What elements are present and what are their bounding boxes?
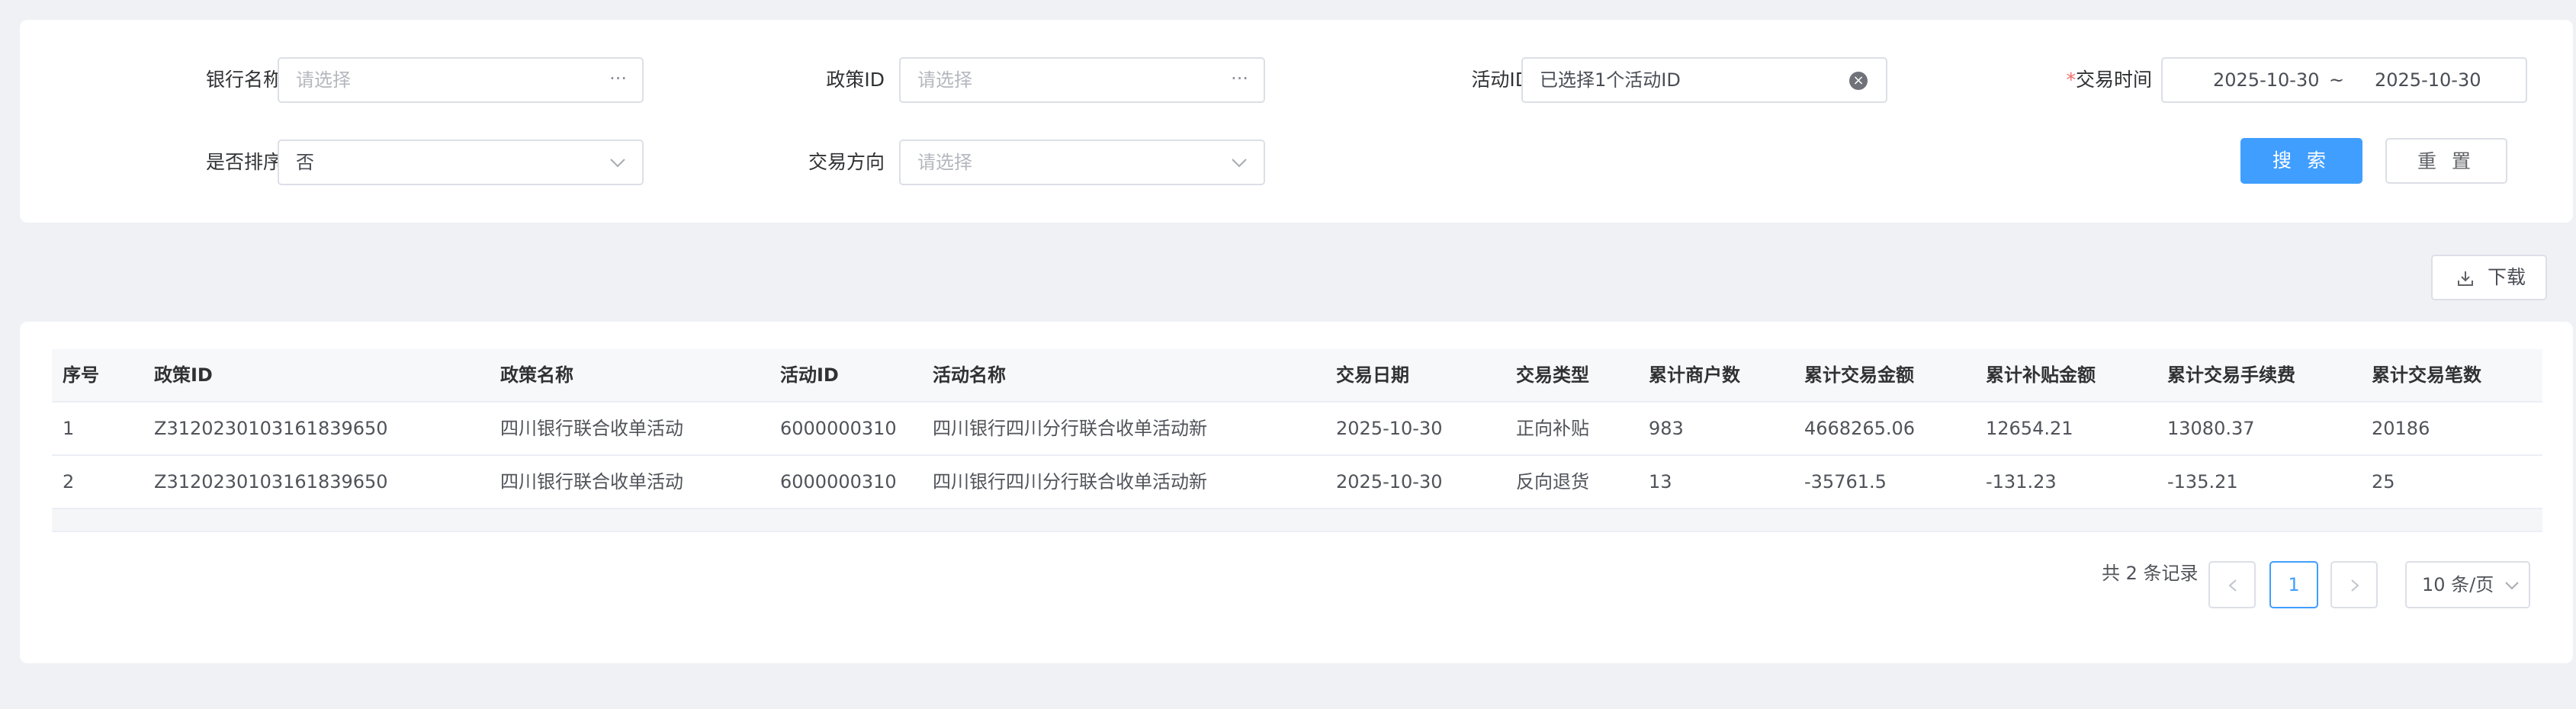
download-label: 下载	[2488, 266, 2526, 288]
chevron-left-icon	[2228, 579, 2237, 592]
col-header-trade-date: 交易日期	[1336, 364, 1409, 386]
trade-time-label: *交易时间	[2033, 57, 2152, 103]
activity-id-select[interactable]: 已选择1个活动ID ×	[1521, 57, 1887, 103]
reset-button[interactable]: 重 置	[2385, 138, 2507, 184]
required-mark: *	[2066, 69, 2076, 91]
bank-name-label: 银行名称	[205, 69, 282, 91]
cell-policy-name: 四川银行联合收单活动	[500, 471, 683, 492]
cell-trade-date: 2025-10-30	[1336, 471, 1443, 492]
pagination-total: 共 2 条记录	[2102, 563, 2199, 584]
end-date[interactable]: 2025-10-30	[2375, 59, 2481, 101]
col-header-trade-type: 交易类型	[1516, 364, 1589, 386]
page-size-value: 10 条/页	[2422, 574, 2494, 595]
sort-value: 否	[296, 152, 314, 173]
trade-time-label-text: 交易时间	[2075, 69, 2152, 91]
chevron-down-icon	[610, 159, 625, 168]
policy-id-select[interactable]: 请选择 ···	[899, 57, 1265, 103]
activity-id-value: 已选择1个活动ID	[1540, 69, 1681, 91]
next-page-button[interactable]	[2330, 561, 2378, 608]
range-separator: ~	[2329, 69, 2345, 91]
prev-page-button[interactable]	[2208, 561, 2256, 608]
direction-label: 交易方向	[808, 151, 885, 173]
result-panel: 序号 政策ID 政策名称 活动ID 活动名称 交易日期 交易类型 累计商户数 累…	[20, 322, 2573, 663]
more-icon: ···	[1231, 68, 1248, 89]
col-header-subsidy-amount: 累计补贴金额	[1986, 364, 2096, 386]
cell-trade-count: 25	[2372, 471, 2395, 492]
direction-placeholder: 请选择	[917, 152, 972, 173]
page-number-current[interactable]: 1	[2269, 561, 2318, 608]
col-header-activity-id: 活动ID	[780, 364, 839, 386]
cell-trade-type: 正向补贴	[1516, 418, 1589, 439]
more-icon: ···	[609, 68, 627, 89]
sort-label: 是否排序	[205, 151, 282, 173]
cell-subsidy-amount: 12654.21	[1986, 418, 2073, 439]
filter-panel: 银行名称 请选择 ··· 政策ID 请选择 ··· 活动ID 已选择1个活动ID…	[20, 20, 2573, 223]
clear-circle-icon[interactable]: ×	[1849, 72, 1868, 90]
col-header-fee: 累计交易手续费	[2167, 364, 2295, 386]
col-header-policy-id: 政策ID	[154, 364, 213, 386]
bank-name-placeholder: 请选择	[296, 69, 351, 91]
page-size-select[interactable]: 10 条/页	[2405, 561, 2530, 608]
table-row: 2 Z3120230103161839650 四川银行联合收单活动 600000…	[52, 456, 2542, 509]
search-button[interactable]: 搜 索	[2240, 138, 2362, 184]
col-header-merchant-count: 累计商户数	[1649, 364, 1740, 386]
col-header-policy-name: 政策名称	[500, 364, 573, 386]
cell-activity-id: 6000000310	[780, 471, 897, 492]
cell-activity-name: 四川银行四川分行联合收单活动新	[933, 418, 1207, 439]
table-row: 1 Z3120230103161839650 四川银行联合收单活动 600000…	[52, 403, 2542, 456]
cell-policy-name: 四川银行联合收单活动	[500, 418, 683, 439]
chevron-right-icon	[2351, 579, 2359, 592]
download-icon	[2458, 271, 2473, 286]
chevron-down-icon	[2505, 582, 2519, 590]
cell-trade-amount: -35761.5	[1804, 471, 1887, 492]
cell-index: 2	[63, 471, 75, 492]
policy-id-placeholder: 请选择	[917, 69, 972, 91]
cell-trade-date: 2025-10-30	[1336, 418, 1443, 439]
cell-fee: 13080.37	[2167, 418, 2255, 439]
bank-name-select[interactable]: 请选择 ···	[278, 57, 644, 103]
cell-trade-type: 反向退货	[1516, 471, 1589, 492]
policy-id-label: 政策ID	[826, 69, 885, 91]
col-header-trade-amount: 累计交易金额	[1804, 364, 1914, 386]
table-horizontal-scrollbar[interactable]	[52, 509, 2542, 532]
col-header-activity-name: 活动名称	[933, 364, 1006, 386]
col-header-index: 序号	[63, 364, 99, 386]
trade-time-range-picker[interactable]: 2025-10-30 ~ 2025-10-30	[2161, 57, 2527, 103]
result-table: 序号 政策ID 政策名称 活动ID 活动名称 交易日期 交易类型 累计商户数 累…	[52, 349, 2542, 532]
activity-id-label: 活动ID	[1471, 69, 1530, 91]
download-button[interactable]: 下载	[2431, 255, 2547, 300]
cell-trade-count: 20186	[2372, 418, 2430, 439]
start-date[interactable]: 2025-10-30	[2213, 59, 2319, 101]
cell-index: 1	[63, 418, 75, 439]
cell-trade-amount: 4668265.06	[1804, 418, 1916, 439]
table-header: 序号 政策ID 政策名称 活动ID 活动名称 交易日期 交易类型 累计商户数 累…	[52, 349, 2542, 403]
cell-subsidy-amount: -131.23	[1986, 471, 2057, 492]
sort-select[interactable]: 否	[278, 140, 644, 185]
cell-fee: -135.21	[2167, 471, 2238, 492]
chevron-down-icon	[1232, 159, 1247, 168]
cell-merchant-count: 983	[1649, 418, 1684, 439]
cell-activity-id: 6000000310	[780, 418, 897, 439]
cell-activity-name: 四川银行四川分行联合收单活动新	[933, 471, 1207, 492]
col-header-trade-count: 累计交易笔数	[2372, 364, 2481, 386]
direction-select[interactable]: 请选择	[899, 140, 1265, 185]
cell-policy-id: Z3120230103161839650	[154, 418, 388, 439]
cell-merchant-count: 13	[1649, 471, 1672, 492]
cell-policy-id: Z3120230103161839650	[154, 471, 388, 492]
